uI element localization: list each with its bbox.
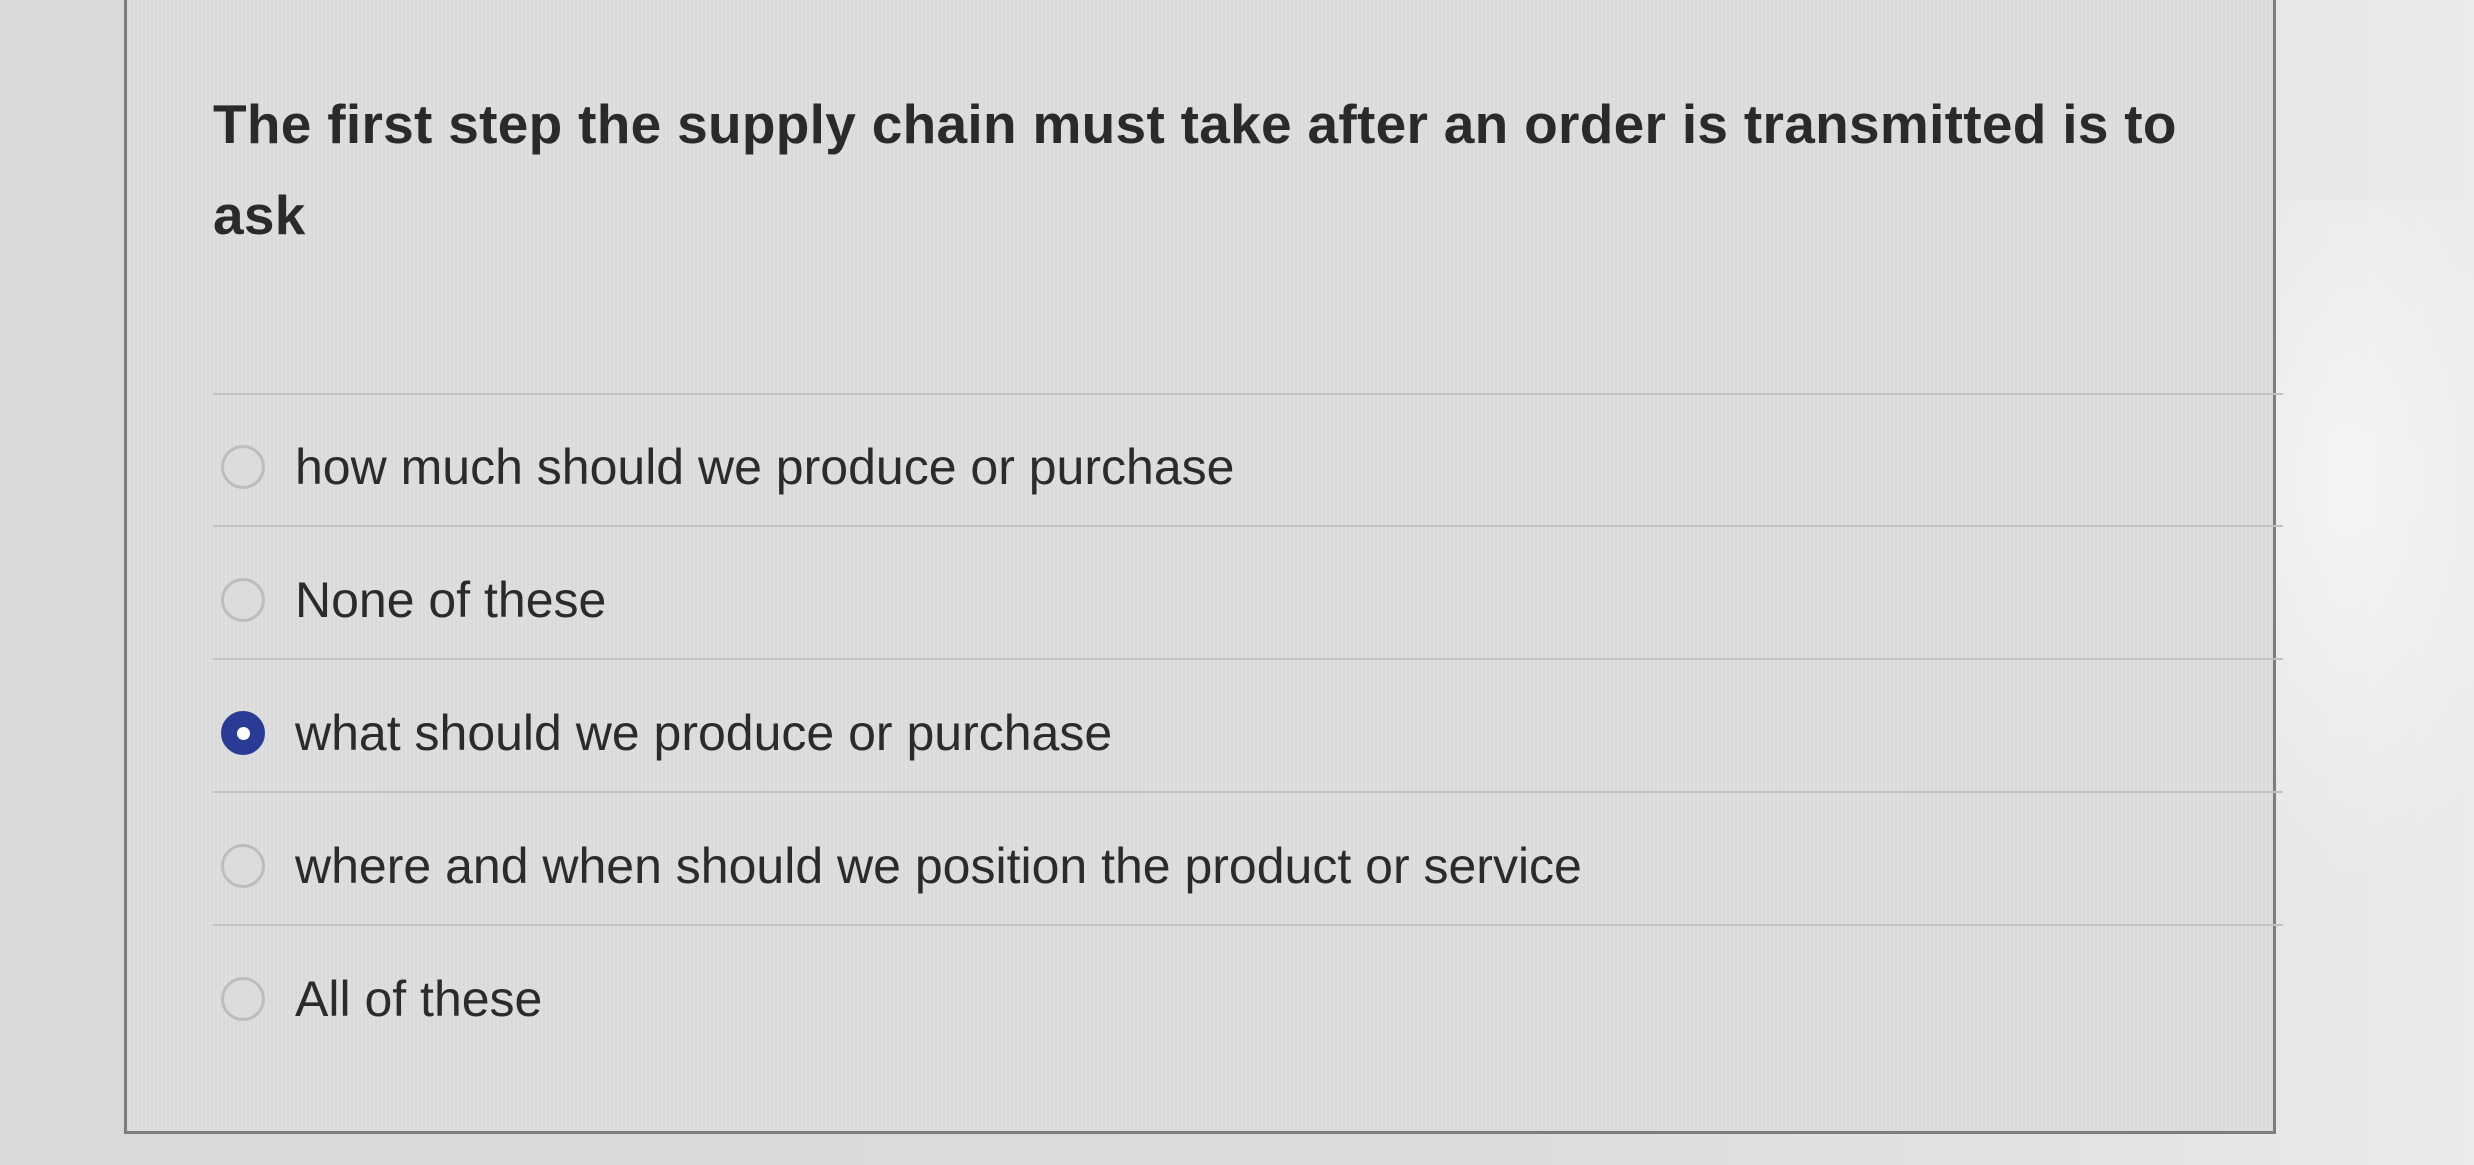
- divider: [213, 791, 2283, 793]
- option-label: None of these: [295, 572, 607, 628]
- question-card: The first step the supply chain must tak…: [124, 0, 2283, 1134]
- option-label: how much should we produce or purchase: [295, 439, 1235, 495]
- option-label: where and when should we position the pr…: [295, 838, 1582, 894]
- option-1[interactable]: how much should we produce or purchase: [213, 427, 2213, 507]
- radio-button-icon[interactable]: [221, 445, 265, 489]
- option-label: what should we produce or purchase: [295, 705, 1113, 761]
- option-5[interactable]: All of these: [213, 959, 2213, 1039]
- option-2[interactable]: None of these: [213, 560, 2213, 640]
- radio-button-icon[interactable]: [221, 578, 265, 622]
- divider: [213, 525, 2283, 527]
- question-text: The first step the supply chain must tak…: [213, 93, 2177, 246]
- radio-button-icon[interactable]: [221, 977, 265, 1021]
- option-label: All of these: [295, 971, 543, 1027]
- divider: [213, 393, 2283, 395]
- option-3[interactable]: what should we produce or purchase: [213, 693, 2213, 773]
- option-4[interactable]: where and when should we position the pr…: [213, 826, 2213, 906]
- radio-button-selected-icon[interactable]: [221, 711, 265, 755]
- divider: [213, 924, 2283, 926]
- radio-button-icon[interactable]: [221, 844, 265, 888]
- divider: [213, 658, 2283, 660]
